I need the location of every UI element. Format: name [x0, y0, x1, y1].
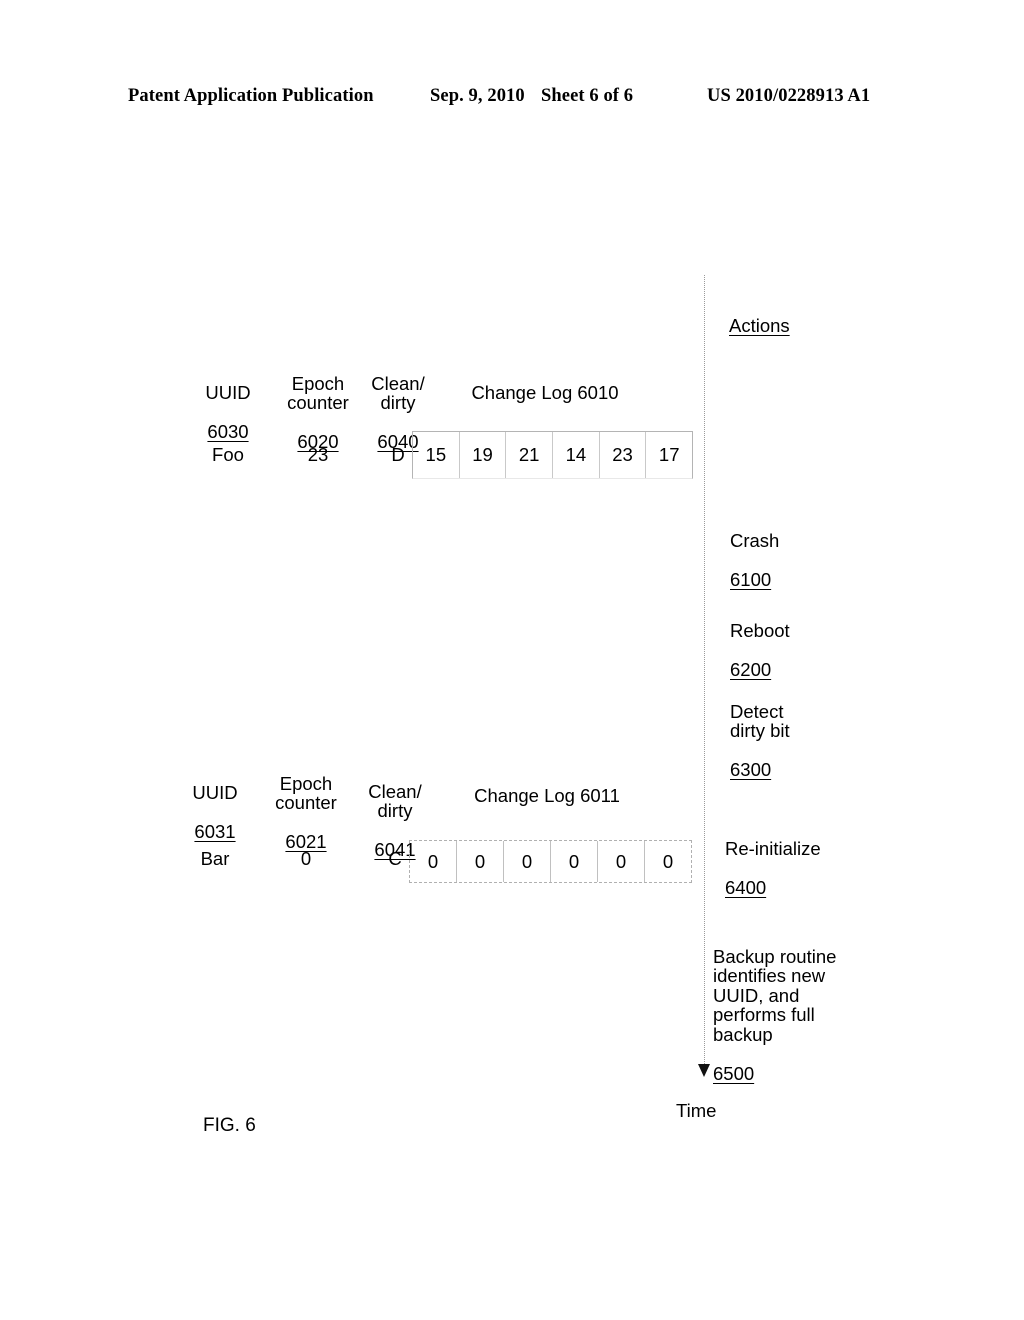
action-detect-dirty-bit: Detect dirty bit 6300	[730, 682, 790, 780]
column-header-epoch-label: Epoch counter	[275, 772, 337, 814]
change-log-cell: 0	[456, 841, 503, 882]
action-backup-label: Backup routine identifies new UUID, and …	[713, 945, 837, 1045]
change-log-cell: 17	[645, 432, 692, 478]
column-header-uuid-ref: 6031	[194, 820, 236, 842]
action-detect-label: Detect dirty bit	[730, 700, 790, 742]
action-reboot-ref: 6200	[730, 658, 772, 680]
action-reinitialize: Re-initialize 6400	[725, 819, 821, 897]
column-header-uuid-label: UUID	[192, 781, 238, 803]
action-crash-ref: 6100	[730, 568, 772, 590]
column-header-uuid: UUID 6030	[180, 363, 276, 441]
change-log-cell: 0	[644, 841, 691, 882]
change-log-strip-6011: 0 0 0 0 0 0	[409, 840, 692, 883]
change-log-strip-6010: 15 19 21 14 23 17	[412, 431, 693, 479]
change-log-cell: 15	[425, 444, 447, 465]
record-value-uuid: Bar	[200, 848, 230, 869]
figure-6-diagram: Time Actions Crash 6100 Reboot 6200 Dete…	[0, 0, 1024, 1320]
column-header-change-log: Change Log 6010	[471, 382, 619, 403]
record-group-foo: UUID 6030 Epoch counter 6020 Clean/ dirt…	[150, 352, 710, 502]
column-header-uuid-ref: 6030	[207, 420, 249, 442]
column-header-epoch-counter: Epoch counter 6021	[258, 754, 354, 852]
action-crash-label: Crash	[730, 529, 780, 551]
action-detect-ref: 6300	[730, 759, 772, 781]
timeline-label: Time	[676, 1100, 717, 1121]
action-reinitialize-label: Re-initialize	[725, 837, 821, 859]
record-value-epoch: 0	[300, 848, 312, 869]
column-header-epoch-label: Epoch counter	[287, 372, 349, 414]
change-log-cell: 19	[458, 432, 506, 478]
action-crash: Crash 6100	[730, 511, 779, 589]
action-backup-routine: Backup routine identifies new UUID, and …	[713, 927, 836, 1084]
figure-caption: FIG. 6	[203, 1115, 256, 1136]
timeline-arrowhead-icon	[698, 1064, 710, 1077]
column-header-change-log: Change Log 6011	[474, 785, 620, 806]
change-log-cell: 21	[505, 432, 552, 478]
column-header-uuid-label: UUID	[205, 381, 251, 403]
change-log-cell: 23	[598, 432, 646, 478]
action-reboot: Reboot 6200	[730, 601, 790, 679]
change-log-cell: 0	[427, 850, 439, 872]
change-log-cell: 0	[550, 841, 597, 882]
actions-column-title: Actions	[729, 315, 790, 336]
action-reinitialize-ref: 6400	[725, 876, 767, 898]
change-log-cell: 14	[552, 432, 599, 478]
change-log-cell: 0	[503, 841, 550, 882]
action-backup-ref: 6500	[713, 1063, 755, 1085]
change-log-cell: 0	[597, 841, 644, 882]
column-header-uuid: UUID 6031	[167, 763, 263, 841]
action-reboot-label: Reboot	[730, 619, 790, 641]
column-header-clean-dirty-label: Clean/ dirty	[368, 780, 422, 822]
record-value-uuid: Foo	[212, 444, 244, 465]
